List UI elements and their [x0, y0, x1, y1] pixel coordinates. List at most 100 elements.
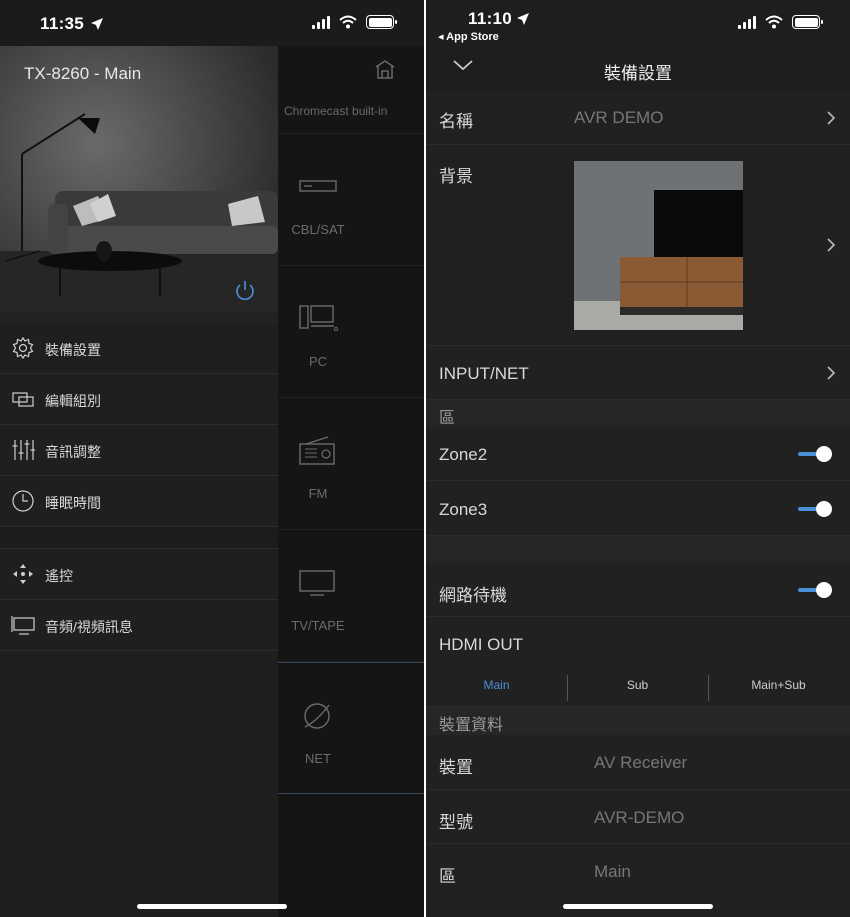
source-cbl-sat[interactable]: CBL/SAT	[278, 134, 424, 266]
status-time: 11:10	[468, 9, 513, 28]
location-arrow-icon	[517, 13, 529, 25]
radio-icon	[299, 436, 335, 465]
network-standby-label: 網路待機	[439, 586, 507, 605]
menu-item-label: 裝備設置	[45, 342, 101, 358]
background-row[interactable]: 背景	[426, 145, 850, 346]
sliders-icon	[12, 440, 35, 460]
menu-item-audio-adjust[interactable]: 音訊調整	[0, 425, 278, 476]
background-thumbnail[interactable]	[574, 161, 743, 330]
zone2-row: Zone2	[426, 427, 850, 481]
section-title: 裝置資料	[439, 717, 504, 734]
network-standby-row: 網路待機	[426, 563, 850, 617]
menu-item-edit-group[interactable]: 編輯組別	[0, 374, 278, 425]
location-arrow-icon	[91, 18, 103, 30]
device-info-section-header: 裝置資料	[426, 707, 850, 735]
status-bar: 11:10 ◂ App Store	[426, 0, 850, 46]
section-title: 區	[439, 410, 456, 427]
section-spacer	[426, 536, 850, 563]
source-label: TV/TAPE	[291, 618, 345, 633]
gear-icon	[12, 336, 34, 360]
source-label: NET	[305, 751, 331, 766]
hdmi-option-sub[interactable]: Sub	[567, 667, 708, 703]
background-label: 背景	[439, 167, 473, 186]
menu-item-device-settings[interactable]: 裝備設置	[0, 323, 278, 374]
name-label: 名稱	[439, 112, 473, 131]
side-drawer: TX-8260 - Main 裝備設置 編輯組別 音訊調整 睡眠時間 遙控 音頻…	[0, 46, 278, 917]
wifi-icon	[765, 15, 783, 29]
sources-panel-header: Chromecast built-in	[278, 46, 424, 134]
zone3-row: Zone3	[426, 481, 850, 536]
source-pc[interactable]: PC	[278, 266, 424, 398]
source-label: PC	[308, 354, 328, 369]
network-standby-toggle[interactable]	[798, 580, 832, 600]
zone2-toggle[interactable]	[798, 444, 832, 464]
nav-bar: 裝備設置	[426, 46, 850, 90]
clock-icon	[12, 490, 34, 512]
menu-item-label: 編輯組別	[45, 393, 101, 409]
menu-item-av-info[interactable]: 音頻/視頻訊息	[0, 600, 278, 651]
menu-item-label: 睡眠時間	[45, 495, 101, 511]
zone-value: Main	[594, 862, 631, 881]
zone-label: 區	[439, 867, 456, 886]
source-label: FM	[308, 486, 328, 501]
home-icon[interactable]	[374, 58, 396, 80]
chevron-right-icon	[827, 111, 836, 125]
zone2-label: Zone2	[439, 445, 488, 464]
name-row[interactable]: 名稱 AVR DEMO	[426, 91, 850, 145]
menu-item-remote[interactable]: 遙控	[0, 549, 278, 600]
hdmi-out-segmented-control: Main Sub Main+Sub	[426, 667, 850, 703]
set-top-box-icon	[299, 180, 337, 192]
home-indicator[interactable]	[137, 904, 287, 909]
input-net-label: INPUT/NET	[439, 364, 529, 383]
chevron-right-icon	[827, 366, 836, 380]
wifi-icon	[339, 15, 357, 29]
source-fm[interactable]: FM	[278, 398, 424, 530]
menu-item-label: 遙控	[45, 568, 73, 584]
chromecast-label: Chromecast built-in	[284, 104, 388, 118]
hdmi-option-main[interactable]: Main	[426, 667, 567, 703]
room-background-image: TX-8260 - Main	[0, 46, 278, 323]
tv-icon	[299, 570, 335, 596]
menu-divider	[0, 527, 278, 549]
device-info-row: 裝置 AV Receiver	[426, 735, 850, 790]
menu-item-label: 音頻/視頻訊息	[45, 619, 133, 635]
zone3-toggle[interactable]	[798, 499, 832, 519]
sources-panel: Chromecast built-in CBL/SAT PC FM TV/TAP…	[278, 46, 424, 917]
back-to-app-store[interactable]: ◂ App Store	[438, 30, 499, 43]
page-title: 裝備設置	[604, 64, 672, 83]
cellular-signal-icon	[738, 15, 756, 29]
status-bar: 11:35	[0, 0, 424, 46]
source-label: CBL/SAT	[291, 222, 345, 237]
device-title: TX-8260 - Main	[24, 64, 142, 83]
zone3-label: Zone3	[439, 500, 488, 519]
status-time: 11:35	[40, 14, 85, 33]
hdmi-out-label: HDMI OUT	[439, 635, 524, 654]
menu-item-sleep-timer[interactable]: 睡眠時間	[0, 476, 278, 527]
source-net[interactable]: NET	[278, 662, 424, 794]
right-phone-screen: 11:10 ◂ App Store 裝備設置 名稱 AVR DEMO 背景 IN…	[426, 0, 850, 917]
model-value: AVR-DEMO	[594, 808, 685, 827]
home-indicator[interactable]	[563, 904, 713, 909]
left-phone-screen: Chromecast built-in CBL/SAT PC FM TV/TAP…	[0, 0, 424, 917]
hdmi-option-main-sub[interactable]: Main+Sub	[708, 667, 849, 703]
group-icon	[12, 392, 34, 407]
device-label: 裝置	[439, 758, 473, 777]
model-label: 型號	[439, 813, 473, 832]
battery-icon	[366, 15, 397, 29]
input-net-row[interactable]: INPUT/NET	[426, 346, 850, 400]
av-info-icon	[11, 616, 35, 635]
source-tv-tape[interactable]: TV/TAPE	[278, 530, 424, 662]
hdmi-out-row: HDMI OUT Main Sub Main+Sub	[426, 617, 850, 707]
computer-icon	[299, 305, 338, 331]
chevron-right-icon	[827, 238, 836, 252]
battery-icon	[792, 15, 823, 29]
menu-item-label: 音訊調整	[45, 444, 101, 460]
cellular-signal-icon	[312, 15, 330, 29]
dpad-icon	[13, 564, 33, 584]
name-value: AVR DEMO	[574, 108, 664, 127]
device-value: AV Receiver	[594, 753, 688, 772]
globe-icon	[304, 703, 330, 729]
device-info-row: 型號 AVR-DEMO	[426, 790, 850, 844]
power-icon[interactable]	[233, 279, 257, 303]
zone-section-header: 區	[426, 400, 850, 427]
